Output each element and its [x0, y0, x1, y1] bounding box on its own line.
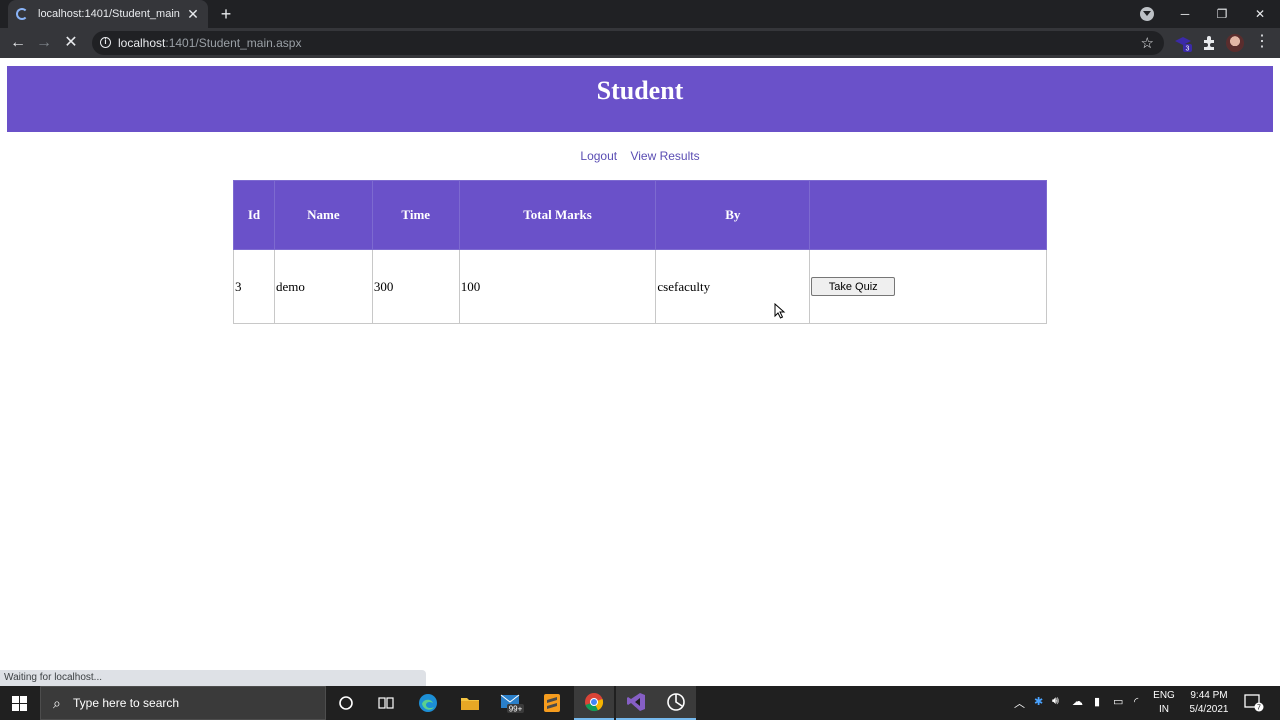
onedrive-error-icon[interactable]: ☁︎: [1072, 695, 1083, 708]
window-close-button[interactable]: ✕: [1241, 0, 1279, 28]
bluetooth-icon[interactable]: ✱: [1034, 695, 1043, 708]
site-info-icon[interactable]: i: [100, 37, 111, 48]
browser-tab[interactable]: localhost:1401/Student_main.aspx ✕: [8, 0, 208, 28]
column-header-by: By: [655, 180, 811, 250]
app-circle-icon[interactable]: [656, 686, 696, 720]
cell-total-marks: 100: [458, 249, 657, 324]
visual-studio-icon[interactable]: [616, 686, 656, 720]
volume-icon[interactable]: 🔊︎: [1052, 695, 1059, 708]
mail-badge: 99+: [509, 705, 523, 714]
url-path: :1401/Student_main.aspx: [165, 36, 302, 50]
language-code: ENG: [1153, 690, 1175, 701]
restore-button[interactable]: ❐: [1203, 0, 1241, 28]
forward-arrow-icon[interactable]: →: [33, 32, 55, 54]
tray-overflow-chevron-icon[interactable]: ︿: [1014, 695, 1025, 711]
taskbar-clock[interactable]: 9:44 PM 5/4/2021: [1184, 689, 1234, 717]
table-row: 3 demo 300 100 csefaculty Take Quiz: [233, 249, 1047, 324]
loading-spinner-icon: [16, 8, 28, 20]
search-icon: ⌕: [53, 695, 61, 711]
wifi-icon[interactable]: ◜: [1134, 695, 1138, 708]
edge-browser-icon[interactable]: [408, 686, 448, 720]
quiz-table: Id Name Time Total Marks By 3 demo 300 1…: [233, 180, 1047, 324]
clock-time: 9:44 PM: [1190, 690, 1228, 701]
address-bar[interactable]: i localhost:1401/Student_main.aspx ☆: [92, 31, 1164, 55]
extension-graduation-cap-icon[interactable]: 3: [1174, 34, 1192, 52]
minimize-button[interactable]: ─: [1166, 0, 1204, 28]
file-explorer-icon[interactable]: [450, 686, 490, 720]
notification-center-icon[interactable]: 7: [1244, 694, 1264, 712]
sublime-text-icon[interactable]: [532, 686, 572, 720]
browser-tab-strip: localhost:1401/Student_main.aspx ✕ + ─ ❐…: [0, 0, 1280, 28]
page-viewport: Student Logout View Results Id Name Time…: [0, 58, 1280, 686]
page-nav: Logout View Results: [0, 149, 1280, 163]
taskbar-search-placeholder: Type here to search: [73, 696, 180, 710]
bookmark-star-icon[interactable]: ☆: [1141, 34, 1154, 52]
windows-logo-icon: [12, 696, 19, 703]
column-header-action: [809, 180, 1047, 250]
windows-taskbar: ⌕ Type here to search 99+ ︿ ✱ 🔊︎ ☁︎ ▮ ▭ …: [0, 686, 1280, 720]
language-region: IN: [1159, 704, 1169, 715]
cell-by: csefaculty: [655, 249, 811, 324]
table-header-row: Id Name Time Total Marks By: [233, 180, 1047, 250]
mail-icon[interactable]: 99+: [492, 686, 532, 720]
stop-loading-icon[interactable]: ✕: [60, 32, 82, 54]
status-bubble: Waiting for localhost...: [0, 670, 426, 686]
battery-icon[interactable]: ▭: [1113, 695, 1123, 708]
tab-title: localhost:1401/Student_main.aspx: [38, 8, 180, 20]
taskbar-search-box[interactable]: ⌕ Type here to search: [40, 686, 326, 720]
new-tab-button[interactable]: +: [216, 4, 236, 24]
cell-action: Take Quiz: [809, 249, 1047, 324]
browser-toolbar: ← → ✕ i localhost:1401/Student_main.aspx…: [0, 28, 1280, 58]
column-header-name: Name: [273, 180, 373, 250]
task-view-icon[interactable]: [366, 686, 406, 720]
browser-menu-icon[interactable]: ⋮: [1254, 33, 1270, 51]
mouse-cursor-icon: [774, 303, 786, 319]
column-header-id: Id: [233, 180, 275, 250]
language-indicator[interactable]: ENG IN: [1152, 689, 1176, 717]
url-text[interactable]: localhost:1401/Student_main.aspx: [118, 36, 301, 50]
view-results-link[interactable]: View Results: [630, 149, 699, 163]
cell-name: demo: [273, 249, 373, 324]
url-host: localhost: [118, 36, 166, 50]
page-title: Student: [596, 76, 684, 105]
tab-search-icon[interactable]: [1140, 7, 1154, 21]
column-header-total-marks: Total Marks: [458, 180, 657, 250]
windows-logo-pane: [12, 704, 19, 711]
cell-time: 300: [371, 249, 460, 324]
microphone-icon[interactable]: ▮: [1094, 695, 1100, 708]
notification-count: 7: [1257, 705, 1261, 712]
windows-logo-pane: [20, 704, 27, 711]
take-quiz-button[interactable]: Take Quiz: [811, 277, 896, 296]
extension-badge: 3: [1186, 46, 1190, 53]
tab-close-icon[interactable]: ✕: [186, 6, 200, 23]
back-arrow-icon[interactable]: ←: [7, 32, 29, 54]
column-header-time: Time: [371, 180, 460, 250]
start-button[interactable]: [0, 686, 40, 720]
clock-date: 5/4/2021: [1189, 704, 1229, 715]
logout-link[interactable]: Logout: [580, 149, 617, 163]
windows-logo-pane: [20, 696, 27, 703]
cortana-icon[interactable]: [326, 686, 366, 720]
extensions-puzzle-icon[interactable]: [1200, 34, 1218, 52]
chrome-icon[interactable]: [574, 686, 614, 720]
page-header: Student: [7, 66, 1273, 132]
profile-avatar[interactable]: [1226, 34, 1244, 52]
cell-id: 3: [233, 249, 275, 324]
